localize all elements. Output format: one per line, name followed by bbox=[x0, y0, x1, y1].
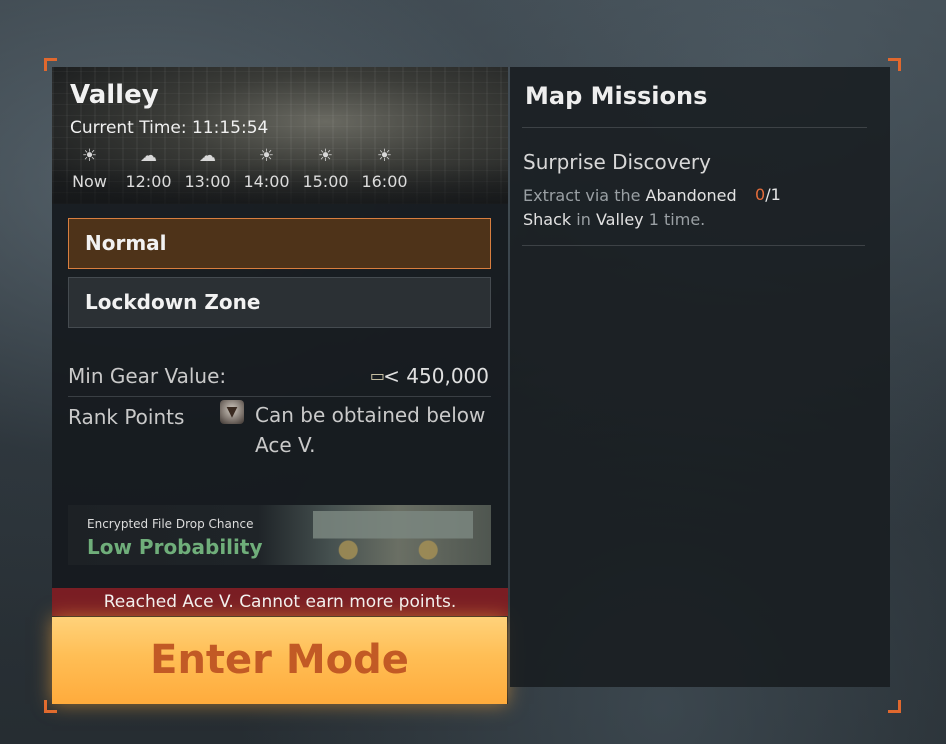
mode-panel: Valley Current Time: 11:15:54 ☀ Now ☁ 12… bbox=[52, 67, 508, 704]
rank-points-text: Can be obtained below Ace V. bbox=[255, 403, 486, 457]
weather-time-label: Now bbox=[72, 172, 107, 191]
missions-panel: Map Missions Surprise Discovery Extract … bbox=[510, 67, 890, 687]
weather-time-label: 15:00 bbox=[302, 172, 349, 191]
min-gear-value: < 450,000 bbox=[383, 364, 489, 388]
sun-icon: ☀ bbox=[376, 146, 393, 166]
enter-mode-button[interactable]: Enter Mode bbox=[52, 617, 507, 704]
weather-time-label: 12:00 bbox=[125, 172, 172, 191]
mission-description: Extract via the Abandoned Shack in Valle… bbox=[523, 186, 737, 229]
weather-time-label: 16:00 bbox=[361, 172, 408, 191]
mode-option-normal[interactable]: Normal bbox=[68, 218, 491, 269]
cloud-rain-icon: ☁ bbox=[199, 146, 216, 166]
map-title: Valley bbox=[70, 80, 159, 110]
mode-option-lockdown-zone[interactable]: Lockdown Zone bbox=[68, 277, 491, 328]
weather-slot: ☁ 13:00 bbox=[178, 145, 237, 191]
encrypted-file-banner: Encrypted File Drop Chance Low Probabili… bbox=[68, 505, 491, 565]
weather-time-label: 14:00 bbox=[243, 172, 290, 191]
missions-title: Map Missions bbox=[525, 82, 708, 110]
sun-icon: ☀ bbox=[317, 146, 334, 166]
sun-icon: ☀ bbox=[81, 146, 98, 166]
mission-progress: 0/1 bbox=[755, 185, 781, 204]
weather-slot: ☁ 12:00 bbox=[119, 145, 178, 191]
mission-name: Surprise Discovery bbox=[523, 150, 711, 174]
min-gear-label: Min Gear Value: bbox=[68, 364, 227, 388]
weather-time-label: 13:00 bbox=[184, 172, 231, 191]
divider bbox=[522, 127, 867, 128]
weather-slot: ☀ 15:00 bbox=[296, 145, 355, 191]
weather-slot: ☀ 14:00 bbox=[237, 145, 296, 191]
sun-icon: ☀ bbox=[258, 146, 275, 166]
rank-points-row: Rank Points ▼ Can be obtained below Ace … bbox=[68, 398, 491, 458]
min-gear-row: Min Gear Value: ▭ < 450,000 bbox=[68, 362, 491, 397]
weather-forecast: ☀ Now ☁ 12:00 ☁ 13:00 ☀ 14:00 ☀ 15:00 ☀ … bbox=[60, 145, 414, 191]
current-time: Current Time: 11:15:54 bbox=[70, 118, 269, 138]
rank-points-label: Rank Points bbox=[68, 405, 185, 429]
weather-slot: ☀ Now bbox=[60, 145, 119, 191]
divider bbox=[522, 245, 865, 246]
rank-warning-bar: Reached Ace V. Cannot earn more points. bbox=[52, 588, 508, 616]
cloud-rain-icon: ☁ bbox=[140, 146, 157, 166]
rank-badge-icon: ▼ bbox=[220, 400, 244, 424]
map-header: Valley Current Time: 11:15:54 ☀ Now ☁ 12… bbox=[52, 67, 508, 204]
tape-recorder-illustration bbox=[313, 511, 473, 561]
file-drop-probability: Low Probability bbox=[87, 535, 263, 559]
weather-slot: ☀ 16:00 bbox=[355, 145, 414, 191]
frame-corner-bottom-right bbox=[888, 700, 901, 713]
file-drop-caption: Encrypted File Drop Chance bbox=[87, 517, 254, 531]
